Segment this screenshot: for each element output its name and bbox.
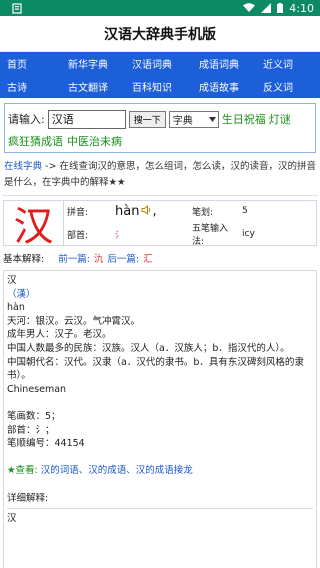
search-panel: 请输入: 搜一下 字典 生日祝福 灯谜 疯狂猜成语 中医治未病 <box>4 103 316 153</box>
def-line: 天河：银汉。云汉。气冲霄汉。 <box>7 315 141 327</box>
basic-label: 基本解释: <box>3 254 45 265</box>
next-label[interactable]: 后一篇: <box>107 251 139 265</box>
see-also-links[interactable]: 汉的词语、汉的成语、汉的成语接龙 <box>41 465 193 476</box>
see-also-label: ★查看: <box>7 465 38 477</box>
status-time: 4:10 <box>289 1 314 15</box>
dictionary-select[interactable]: 字典 <box>168 110 219 128</box>
detail-first-line: 汉 <box>7 513 17 525</box>
app-icon <box>12 2 22 14</box>
signal-icon <box>261 3 272 13</box>
speaker-icon[interactable] <box>141 204 152 218</box>
def-spacer <box>7 478 313 492</box>
nav-item-antonyms[interactable]: 反义词 <box>256 75 320 98</box>
def-spacer <box>7 451 313 465</box>
breadcrumb-text: -> 在线查询汉的意思，怎么组词，怎么读，汉的读音，汉的拼音是什么，在字典中的解… <box>4 161 316 188</box>
detail-label: 详细解释: <box>7 492 49 504</box>
breadcrumb: 在线字典 -> 在线查询汉的意思，怎么组词，怎么读，汉的读音，汉的拼音是什么，在… <box>2 157 318 196</box>
battery-icon <box>277 3 284 13</box>
def-line-traditional: （漢） <box>7 288 36 300</box>
pinyin-label: 拼音: <box>67 207 89 218</box>
wubi-label: 五笔输入法: <box>192 224 229 247</box>
definition-panel: 汉 （漢） hàn 天河：银汉。云汉。气冲霄汉。 成年男人：汉子。老汉。 中国人… <box>3 270 317 568</box>
def-line: 成年男人：汉子。老汉。 <box>7 329 112 341</box>
strokes-value: 5 <box>242 206 248 216</box>
nav-item-poems[interactable]: 古诗 <box>0 75 64 98</box>
nav-item-chinese-dict[interactable]: 汉语词典 <box>128 52 192 75</box>
def-line: 中国朝代名：汉代。汉隶（a．汉代的隶书。b．具有东汉碑刻风格的隶书）。 <box>7 356 304 382</box>
def-line-strokes: 笔画数：5； <box>7 410 61 422</box>
link-riddles[interactable]: 灯谜 <box>269 111 291 127</box>
char-entry-card: 汉 拼音: hàn , 笔划: 5 部首: 氵 五笔输入法: icy <box>3 200 317 250</box>
app-title: 汉语大辞典手机版 <box>0 16 320 52</box>
nav-item-classical-translation[interactable]: 古文翻译 <box>64 75 128 98</box>
pinyin-cell: hàn , <box>112 201 189 221</box>
nav-item-synonyms[interactable]: 近义词 <box>256 52 320 75</box>
def-line: Chineseman <box>7 383 67 395</box>
nav-item-home[interactable]: 首页 <box>0 52 64 75</box>
def-line: 汉 <box>7 275 17 286</box>
link-birthday-wishes[interactable]: 生日祝福 <box>222 111 266 127</box>
prev-char[interactable]: 氿 <box>94 251 104 265</box>
next-char[interactable]: 汇 <box>143 251 153 265</box>
chevron-down-icon <box>208 114 216 125</box>
search-label: 请输入: <box>8 113 45 126</box>
status-bar: 4:10 <box>0 0 320 16</box>
radical-label: 部首: <box>67 230 89 241</box>
def-line: 中国人数最多的民族：汉族。汉人（a．汉族人；b．指汉代的人）。 <box>7 342 290 354</box>
nav-item-idiom-stories[interactable]: 成语故事 <box>192 75 256 98</box>
wifi-icon <box>243 3 256 13</box>
search-input[interactable] <box>47 109 126 129</box>
wubi-value: icy <box>242 229 255 239</box>
pinyin-suffix: , <box>152 203 157 219</box>
link-tcm[interactable]: 中医治未病 <box>67 133 122 149</box>
nav-item-xinhua-dict[interactable]: 新华字典 <box>64 52 128 75</box>
entry-character: 汉 <box>4 201 64 250</box>
nav-item-idiom-dict[interactable]: 成语词典 <box>192 52 256 75</box>
pinyin-value: hàn <box>115 203 140 219</box>
def-line-stroke-order: 笔顺编号：44154 <box>7 438 85 450</box>
see-also-row: ★查看: 汉的词语、汉的成语、汉的成语接龙 <box>7 464 313 478</box>
radical-value: 氵 <box>115 230 125 241</box>
prev-label[interactable]: 前一篇: <box>58 251 90 265</box>
divider <box>7 508 313 510</box>
nav-item-encyclopedia[interactable]: 百科知识 <box>128 75 192 98</box>
dictionary-select-value: 字典 <box>172 115 193 127</box>
def-line: hàn <box>7 302 25 314</box>
basic-nav-row: 基本解释: 前一篇: 氿 后一篇: 汇 <box>3 250 317 266</box>
search-button[interactable]: 搜一下 <box>128 110 166 128</box>
strokes-label: 笔划: <box>192 207 214 218</box>
def-line-radical: 部首：氵； <box>7 424 55 436</box>
def-spacer <box>7 396 313 410</box>
link-guess-idiom[interactable]: 疯狂猜成语 <box>8 133 63 149</box>
nav-menu: 首页 新华字典 汉语词典 成语词典 近义词 古诗 古文翻译 百科知识 成语故事 … <box>0 52 320 98</box>
breadcrumb-link[interactable]: 在线字典 <box>4 161 42 172</box>
